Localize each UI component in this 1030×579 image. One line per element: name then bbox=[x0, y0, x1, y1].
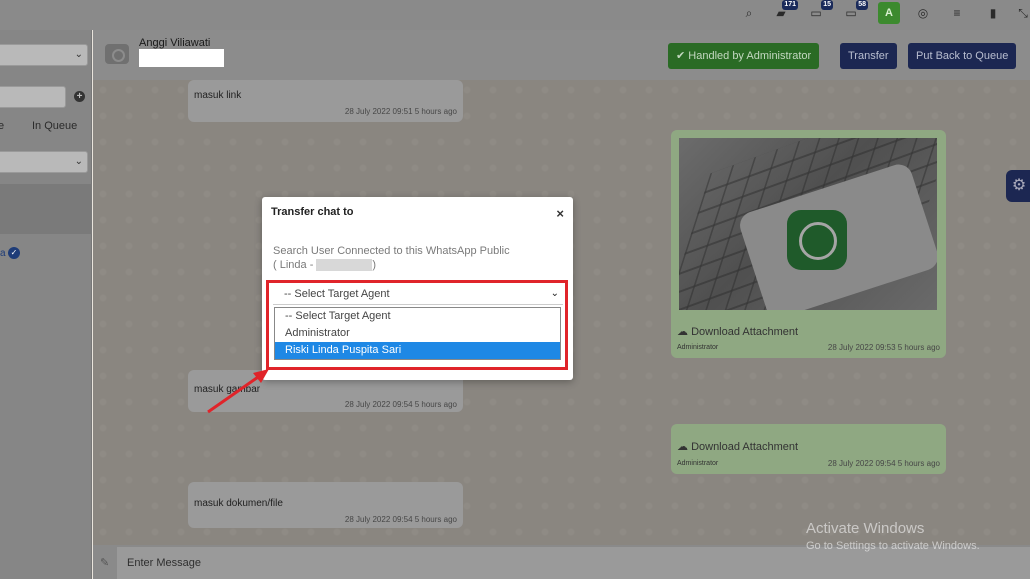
camera-icon[interactable] bbox=[105, 44, 129, 64]
close-icon[interactable]: × bbox=[556, 206, 564, 221]
message-bubble: masuk dokumen/file 28 July 2022 09:54 5 … bbox=[188, 482, 463, 528]
modal-description-line1: Search User Connected to this WhatsApp P… bbox=[273, 245, 510, 257]
chat-icon[interactable]: ▰ 171 bbox=[770, 0, 798, 24]
tab-partial[interactable]: e bbox=[0, 120, 4, 132]
modal-description-prefix: ( Linda - bbox=[273, 259, 317, 271]
download-attachment-link[interactable]: ☁ Download Attachment bbox=[677, 440, 798, 453]
message-time: 28 July 2022 09:54 5 hours ago bbox=[344, 515, 457, 524]
transfer-button[interactable]: Transfer bbox=[840, 43, 897, 69]
tab-in-queue[interactable]: In Queue bbox=[32, 120, 77, 132]
add-icon[interactable]: + bbox=[74, 91, 85, 102]
annotation-arrow bbox=[207, 369, 269, 414]
message-count-badge: 15 bbox=[821, 0, 833, 10]
cloud-download-icon: ☁ bbox=[677, 441, 692, 453]
outgoing-image-bubble: ☁ Download Attachment Administrator 28 J… bbox=[671, 130, 946, 358]
modal-description-suffix: ) bbox=[372, 259, 377, 271]
modal-description: Search User Connected to this WhatsApp P… bbox=[273, 244, 543, 272]
globe-icon[interactable]: ◎ bbox=[912, 2, 934, 24]
settings-gear-icon[interactable]: ⚙ bbox=[1006, 170, 1030, 202]
activate-windows-subtitle: Go to Settings to activate Windows. bbox=[806, 540, 980, 552]
redacted-number bbox=[316, 259, 373, 272]
cloud-download-icon: ☁ bbox=[677, 326, 692, 338]
verified-icon: ✓ bbox=[8, 247, 20, 259]
top-bar: ⌕ ▰ 171 ▭ 15 ▭ 58 A ◎ ≡ ▮ ⤡ bbox=[0, 0, 1030, 30]
message-time: 28 July 2022 09:53 5 hours ago bbox=[827, 343, 940, 352]
sender-label: Administrator bbox=[677, 460, 719, 467]
chevron-down-icon: ⌄ bbox=[74, 156, 83, 167]
contact-name: Anggi Viliawati bbox=[139, 37, 211, 49]
message-text: masuk link bbox=[194, 90, 242, 101]
whatsapp-logo-icon bbox=[787, 210, 847, 270]
message-text: masuk dokumen/file bbox=[194, 498, 283, 509]
message-bubble: masuk link 28 July 2022 09:51 5 hours ag… bbox=[188, 80, 463, 122]
search-icon[interactable]: ⌕ bbox=[738, 2, 760, 24]
message-time: 28 July 2022 09:54 5 hours ago bbox=[827, 459, 940, 468]
modal-title: Transfer chat to bbox=[271, 206, 354, 218]
sender-label: Administrator bbox=[677, 344, 719, 351]
chevron-down-icon: ⌄ bbox=[74, 49, 83, 60]
inbox-icon[interactable]: ▭ 58 bbox=[840, 0, 868, 24]
chat-count-badge: 171 bbox=[782, 0, 798, 10]
outgoing-file-bubble: ☁ Download Attachment Administrator 28 J… bbox=[671, 424, 946, 474]
sidebar-search-input[interactable] bbox=[0, 86, 66, 108]
handled-by-button[interactable]: ✔ Handled by Administrator bbox=[668, 43, 820, 69]
sidebar-active-chat[interactable] bbox=[0, 184, 92, 234]
activate-windows-title: Activate Windows bbox=[806, 520, 925, 537]
sidebar-select-filter[interactable]: ⌄ bbox=[0, 151, 88, 173]
contact-phone-redacted bbox=[139, 49, 224, 67]
sidebar-item-label: a bbox=[0, 248, 6, 259]
expand-icon[interactable]: ⤡ bbox=[1012, 2, 1030, 24]
attach-icon[interactable]: ✎ bbox=[100, 556, 109, 569]
message-input-placeholder: Enter Message bbox=[127, 557, 201, 569]
check-icon: ✔ bbox=[676, 50, 689, 62]
handled-by-label: Handled by Administrator bbox=[688, 50, 812, 62]
user-avatar-icon[interactable]: A bbox=[878, 2, 900, 24]
sidebar-select-top[interactable]: ⌄ bbox=[0, 44, 88, 66]
put-back-to-queue-button[interactable]: Put Back to Queue bbox=[908, 43, 1017, 69]
inbox-count-badge: 58 bbox=[856, 0, 868, 10]
sidebar: ⌄ + e In Queue ⌄ a ✓ bbox=[0, 30, 92, 579]
attachment-image[interactable] bbox=[679, 138, 937, 310]
highlight-box bbox=[266, 280, 568, 370]
message-time: 28 July 2022 09:54 5 hours ago bbox=[344, 400, 457, 409]
bookmark-icon[interactable]: ▮ bbox=[982, 2, 1004, 24]
chat-header: Anggi Viliawati ✔ Handled by Administrat… bbox=[93, 30, 1030, 80]
message-time: 28 July 2022 09:51 5 hours ago bbox=[344, 107, 457, 116]
menu-icon[interactable]: ≡ bbox=[946, 2, 968, 24]
download-attachment-link[interactable]: ☁ Download Attachment bbox=[677, 325, 798, 338]
more-icon[interactable]: ⋮ bbox=[1026, 48, 1030, 62]
message-icon[interactable]: ▭ 15 bbox=[805, 0, 833, 24]
